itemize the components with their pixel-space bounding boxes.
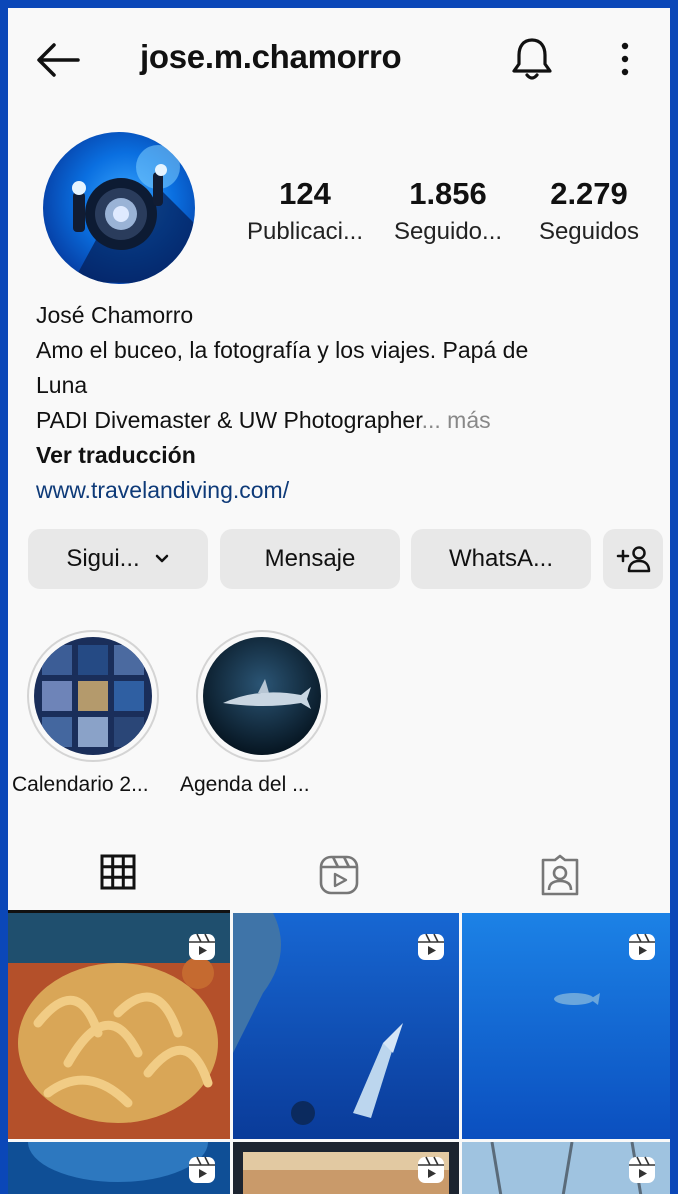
reel-badge-icon <box>418 1156 444 1183</box>
message-button-label: Mensaje <box>264 545 356 572</box>
reel-badge-icon <box>418 933 444 960</box>
highlight-agenda-label: Agenda del ... <box>180 773 310 796</box>
following-count: 2.279 <box>550 176 628 211</box>
bell-icon[interactable] <box>508 34 556 84</box>
grid-post[interactable] <box>233 913 459 1139</box>
display-name: José Chamorro <box>36 302 194 328</box>
grid-post[interactable] <box>462 913 670 1139</box>
add-person-icon <box>616 546 651 573</box>
whatsapp-button[interactable]: WhatsA... <box>411 529 591 589</box>
followers-label: Seguido... <box>393 218 503 245</box>
reels-icon <box>319 855 359 895</box>
tab-reels[interactable] <box>229 843 449 913</box>
grid-post[interactable] <box>233 1142 459 1194</box>
bio-line-3: PADI Divemaster & UW Photographer <box>36 407 422 433</box>
suggested-users-button[interactable] <box>603 529 663 589</box>
grid-post[interactable] <box>8 913 230 1139</box>
grid-post[interactable] <box>8 1142 230 1194</box>
posts-count: 124 <box>279 176 331 211</box>
tab-posts-grid[interactable] <box>8 843 228 913</box>
bio-line-2: Luna <box>36 372 88 398</box>
back-arrow-icon[interactable] <box>34 40 82 80</box>
follow-button-label: Sigui... <box>66 545 140 572</box>
profile-bio: José Chamorro Amo el buceo, la fotografí… <box>36 298 656 508</box>
highlight-agenda[interactable] <box>196 630 328 762</box>
profile-stats: 124 Publicaci... 1.856 Seguido... 2.279 … <box>230 176 650 256</box>
grid-post[interactable] <box>462 1142 670 1194</box>
whatsapp-button-label: WhatsA... <box>448 545 554 572</box>
see-translation-link[interactable]: Ver traducción <box>36 438 656 473</box>
bio-more-link[interactable]: ... más <box>422 407 491 433</box>
highlight-calendar[interactable] <box>27 630 159 762</box>
message-button[interactable]: Mensaje <box>220 529 400 589</box>
highlight-calendar-label: Calendario 2... <box>12 773 149 796</box>
website-link[interactable]: www.travelandiving.com/ <box>36 473 656 508</box>
reel-badge-icon <box>629 1156 655 1183</box>
more-options-icon[interactable] <box>612 36 638 82</box>
tagged-icon <box>541 854 579 896</box>
reel-badge-icon <box>189 1156 215 1183</box>
profile-avatar[interactable] <box>43 132 195 284</box>
posts-stat[interactable]: 124 Publicaci... <box>230 176 380 246</box>
following-stat[interactable]: 2.279 Seguidos <box>528 176 650 246</box>
followers-stat[interactable]: 1.856 Seguido... <box>378 176 518 246</box>
following-label: Seguidos <box>538 218 640 245</box>
top-bar: jose.m.chamorro <box>8 8 670 108</box>
grid-icon <box>100 854 136 890</box>
chevron-down-icon <box>155 554 168 563</box>
reel-badge-icon <box>189 933 215 960</box>
tab-tagged[interactable] <box>450 843 670 913</box>
highlight-calendar-thumbnail <box>34 637 152 755</box>
bio-line-1: Amo el buceo, la fotografía y los viajes… <box>36 337 529 363</box>
profile-screen: jose.m.chamorro 124 Publicaci... 1.856 S… <box>8 8 670 1194</box>
reel-badge-icon <box>629 933 655 960</box>
avatar-photo <box>72 145 193 284</box>
follow-button[interactable]: Sigui... <box>28 529 208 589</box>
highlight-agenda-thumbnail <box>203 637 321 755</box>
profile-username: jose.m.chamorro <box>140 38 402 75</box>
followers-count: 1.856 <box>409 176 487 211</box>
posts-label: Publicaci... <box>246 218 364 245</box>
